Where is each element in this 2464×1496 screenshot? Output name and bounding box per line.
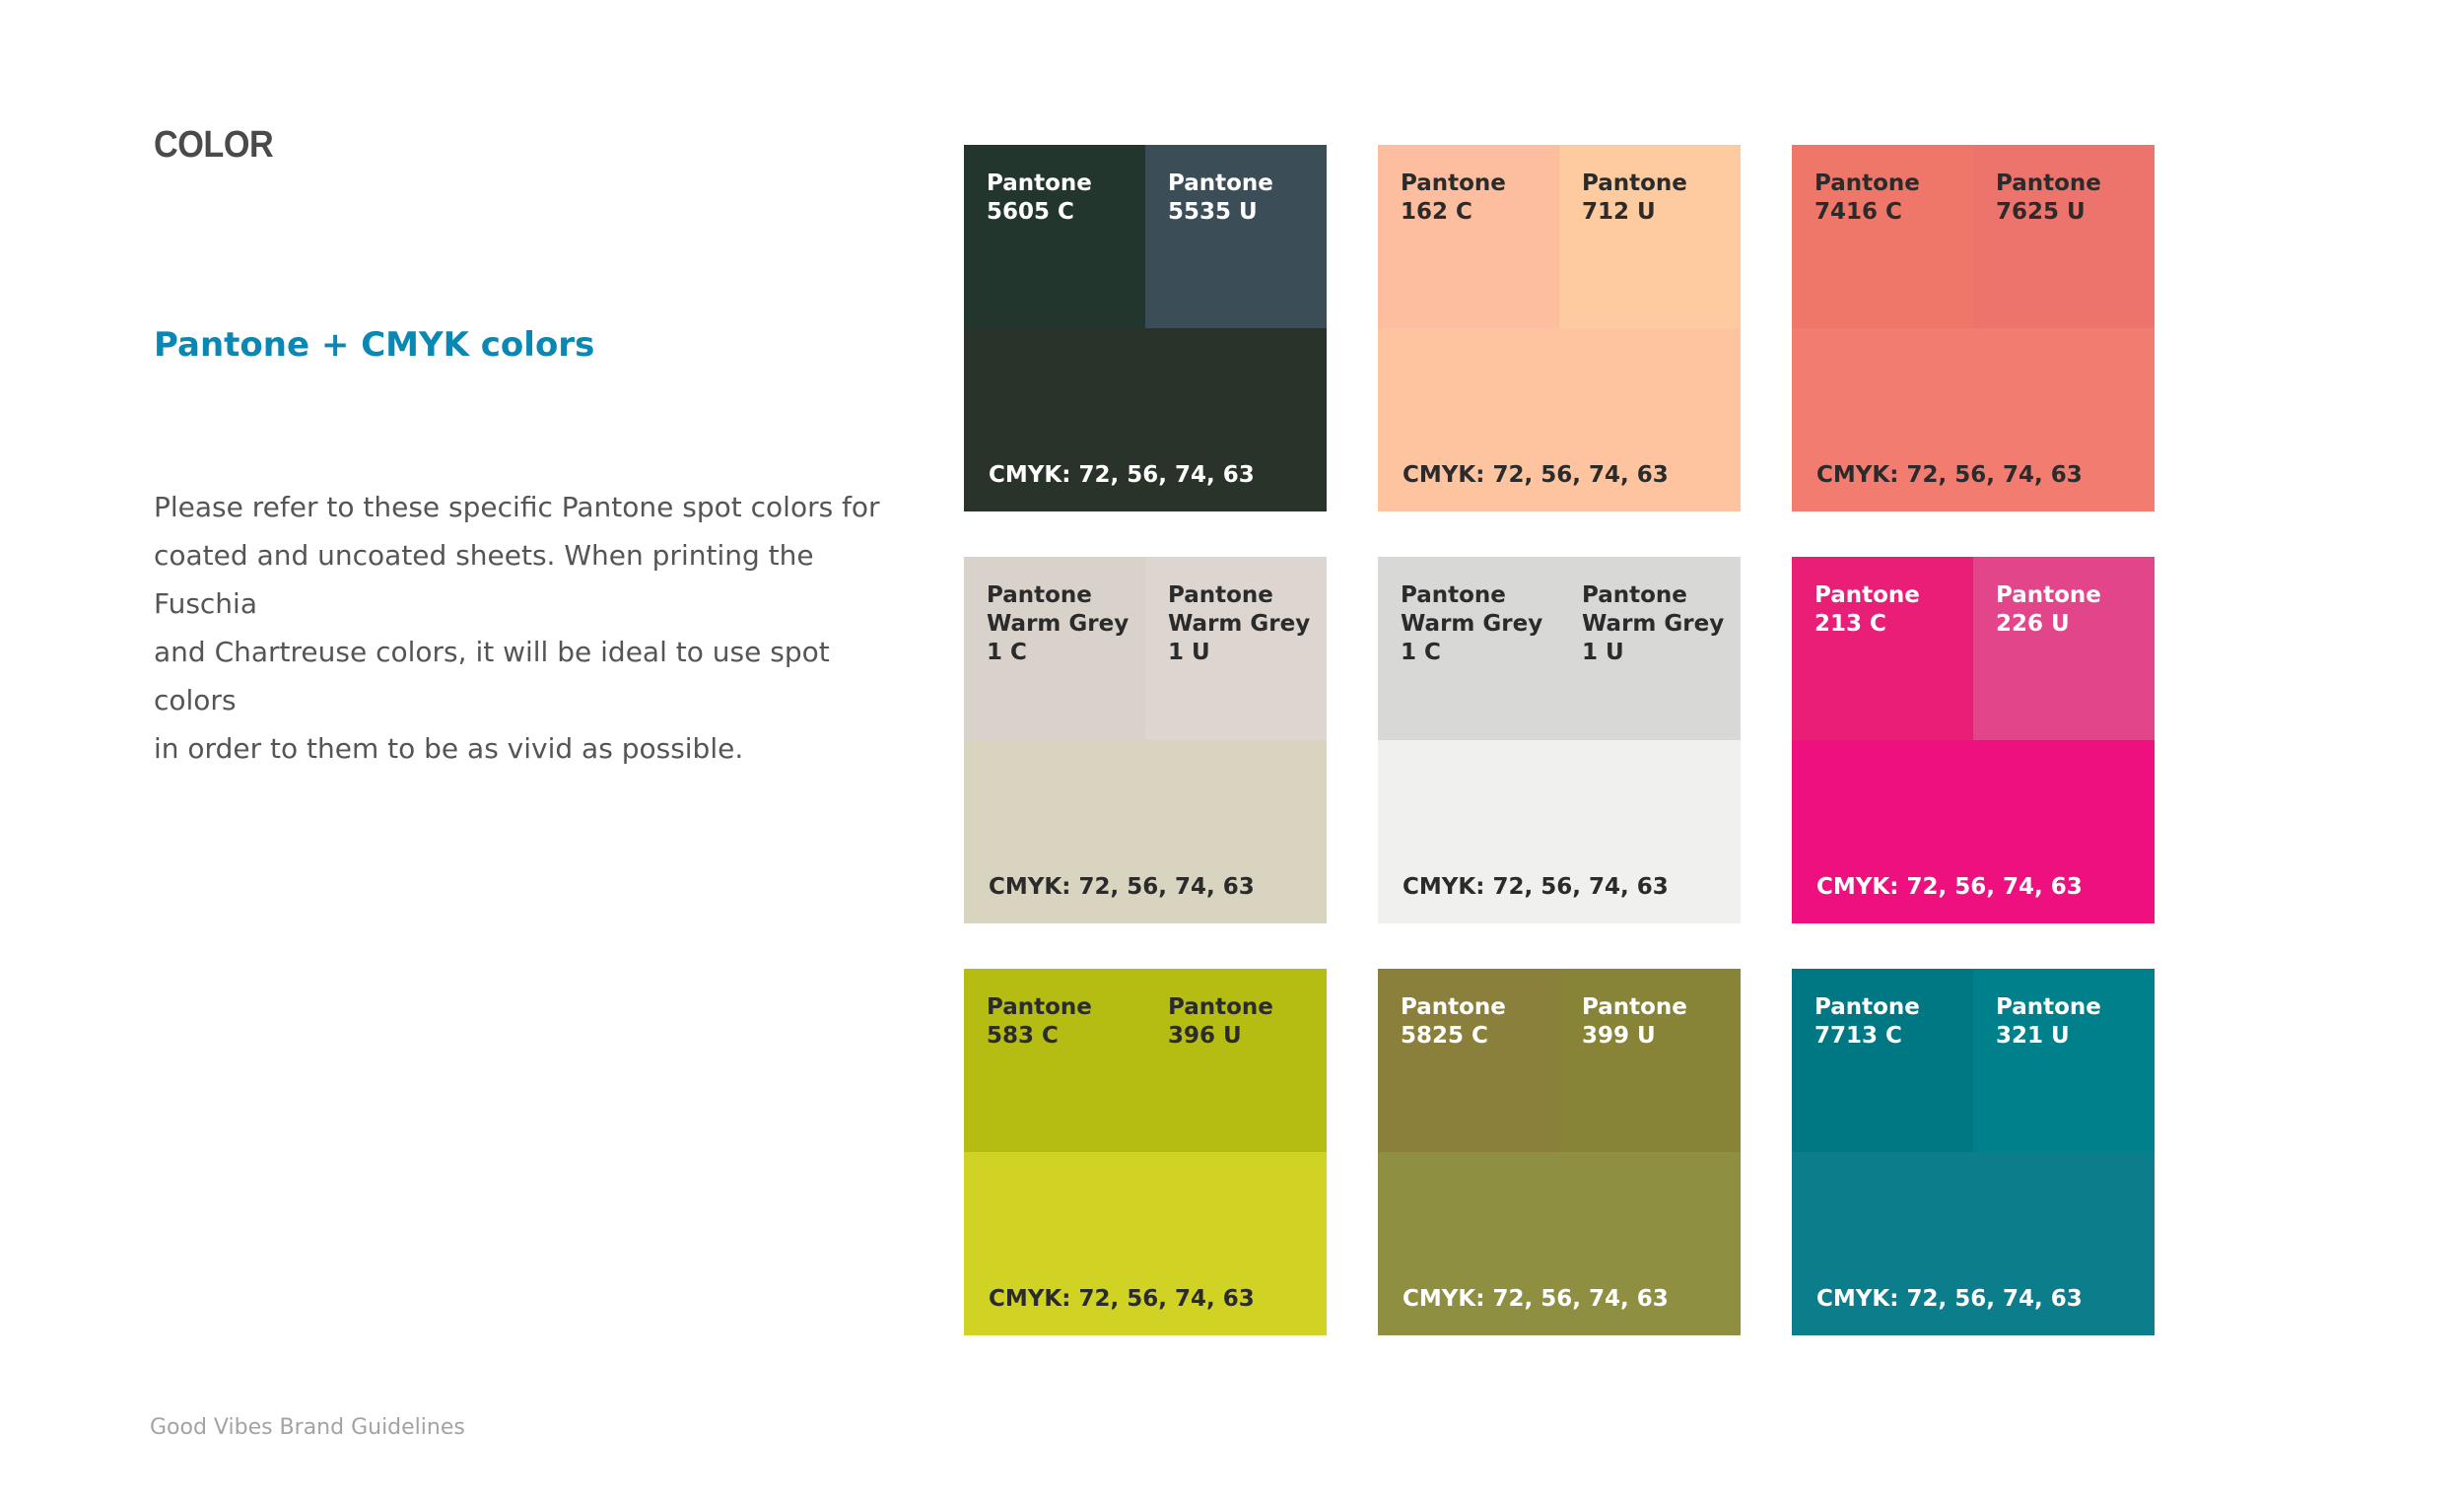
cmyk-color-block: CMYK: 72, 56, 74, 63 bbox=[1792, 328, 2155, 511]
cmyk-label: CMYK: 72, 56, 74, 63 bbox=[1816, 462, 2083, 488]
pantone-uncoated-cell: Pantone Warm Grey 1 U bbox=[1145, 557, 1327, 740]
cmyk-color-block: CMYK: 72, 56, 74, 63 bbox=[964, 740, 1327, 923]
pantone-label-line: 7713 C bbox=[1814, 1023, 1902, 1049]
cmyk-color-block: CMYK: 72, 56, 74, 63 bbox=[964, 1152, 1327, 1335]
pantone-label-line: Pantone bbox=[1168, 994, 1273, 1020]
color-swatch-card: Pantone 213 C Pantone 226 U CMYK: 72, 56, 74… bbox=[1792, 557, 2155, 923]
pantone-label-line: 321 U bbox=[1996, 1023, 2070, 1049]
body-line: Please refer to these specific Pantone s… bbox=[154, 491, 880, 523]
pantone-label-line: 213 C bbox=[1814, 611, 1886, 637]
cmyk-color-block: CMYK: 72, 56, 74, 63 bbox=[1378, 328, 1741, 511]
pantone-label-line: 5825 C bbox=[1401, 1023, 1488, 1049]
pantone-uncoated-cell: Pantone 7625 U bbox=[1973, 145, 2155, 328]
pantone-label-line: Pantone bbox=[1168, 170, 1273, 196]
cmyk-label: CMYK: 72, 56, 74, 63 bbox=[989, 1286, 1255, 1312]
cmyk-color-block: CMYK: 72, 56, 74, 63 bbox=[1378, 740, 1741, 923]
pantone-uncoated-cell: Pantone 5535 U bbox=[1145, 145, 1327, 328]
pantone-label-line: 712 U bbox=[1582, 199, 1656, 225]
pantone-coated-cell: Pantone Warm Grey 1 C bbox=[1378, 557, 1559, 740]
pantone-coated-cell: Pantone 583 C bbox=[964, 969, 1145, 1152]
section-heading: Pantone + CMYK colors bbox=[154, 325, 595, 365]
cmyk-color-block: CMYK: 72, 56, 74, 63 bbox=[1378, 1152, 1741, 1335]
pantone-label-line: Pantone bbox=[1168, 582, 1273, 608]
footer-text: Good Vibes Brand Guidelines bbox=[150, 1415, 465, 1440]
section-label: COLOR bbox=[154, 124, 274, 166]
pantone-coated-cell: Pantone 5605 C bbox=[964, 145, 1145, 328]
pantone-label-line: Pantone bbox=[1814, 582, 1920, 608]
pantone-label-line: 226 U bbox=[1996, 611, 2070, 637]
pantone-uncoated-cell: Pantone 712 U bbox=[1559, 145, 1741, 328]
pantone-coated-cell: Pantone 213 C bbox=[1792, 557, 1973, 740]
pantone-label-line: 162 C bbox=[1401, 199, 1472, 225]
cmyk-label: CMYK: 72, 56, 74, 63 bbox=[1816, 1286, 2083, 1312]
pantone-label-line: Pantone bbox=[1814, 994, 1920, 1020]
cmyk-label: CMYK: 72, 56, 74, 63 bbox=[1403, 874, 1669, 900]
pantone-label-line: 5605 C bbox=[987, 199, 1074, 225]
pantone-uncoated-cell: Pantone 399 U bbox=[1559, 969, 1741, 1152]
body-line: and Chartreuse colors, it will be ideal … bbox=[154, 636, 830, 716]
pantone-label-line: Pantone bbox=[987, 170, 1092, 196]
color-swatch-card: Pantone 7713 C Pantone 321 U CMYK: 72, 56, 7… bbox=[1792, 969, 2155, 1335]
cmyk-label: CMYK: 72, 56, 74, 63 bbox=[989, 874, 1255, 900]
color-swatch-card: Pantone 583 C Pantone 396 U CMYK: 72, 56, 74… bbox=[964, 969, 1327, 1335]
cmyk-label: CMYK: 72, 56, 74, 63 bbox=[1403, 1286, 1669, 1312]
pantone-label-line: Pantone bbox=[1996, 582, 2101, 608]
pantone-label-line: Pantone bbox=[1401, 994, 1506, 1020]
color-swatch-card: Pantone 5825 C Pantone 399 U CMYK: 72, 56, 7… bbox=[1378, 969, 1741, 1335]
pantone-label-line: 583 C bbox=[987, 1023, 1059, 1049]
pantone-coated-cell: Pantone 162 C bbox=[1378, 145, 1559, 328]
pantone-label-line: Pantone bbox=[1582, 582, 1687, 608]
pantone-uncoated-cell: Pantone 321 U bbox=[1973, 969, 2155, 1152]
pantone-label-line: Warm Grey bbox=[987, 611, 1129, 637]
pantone-label-line: Pantone bbox=[1582, 170, 1687, 196]
cmyk-label: CMYK: 72, 56, 74, 63 bbox=[989, 462, 1255, 488]
cmyk-label: CMYK: 72, 56, 74, 63 bbox=[1403, 462, 1669, 488]
pantone-label-line: 1 U bbox=[1168, 640, 1210, 665]
color-swatch-card: Pantone Warm Grey 1 C Pantone Warm Grey 1 U CM… bbox=[1378, 557, 1741, 923]
pantone-label-line: Pantone bbox=[1996, 994, 2101, 1020]
pantone-label-line: Pantone bbox=[1401, 170, 1506, 196]
pantone-label-line: 1 C bbox=[987, 640, 1027, 665]
pantone-label-line: 1 U bbox=[1582, 640, 1624, 665]
color-swatch-card: Pantone Warm Grey 1 C Pantone Warm Grey 1 U CM… bbox=[964, 557, 1327, 923]
color-swatch-card: Pantone 5605 C Pantone 5535 U CMYK: 72, 56, … bbox=[964, 145, 1327, 511]
body-line: coated and uncoated sheets. When printin… bbox=[154, 539, 814, 620]
pantone-coated-cell: Pantone 7416 C bbox=[1792, 145, 1973, 328]
cmyk-color-block: CMYK: 72, 56, 74, 63 bbox=[1792, 1152, 2155, 1335]
pantone-label-line: 1 C bbox=[1401, 640, 1441, 665]
pantone-label-line: 7625 U bbox=[1996, 199, 2086, 225]
cmyk-color-block: CMYK: 72, 56, 74, 63 bbox=[1792, 740, 2155, 923]
pantone-uncoated-cell: Pantone Warm Grey 1 U bbox=[1559, 557, 1741, 740]
cmyk-color-block: CMYK: 72, 56, 74, 63 bbox=[964, 328, 1327, 511]
color-swatch-card: Pantone 162 C Pantone 712 U CMYK: 72, 56, 74… bbox=[1378, 145, 1741, 511]
pantone-label-line: Pantone bbox=[987, 994, 1092, 1020]
pantone-coated-cell: Pantone 5825 C bbox=[1378, 969, 1559, 1152]
pantone-label-line: 5535 U bbox=[1168, 199, 1258, 225]
pantone-coated-cell: Pantone 7713 C bbox=[1792, 969, 1973, 1152]
pantone-label-line: Pantone bbox=[1401, 582, 1506, 608]
body-text: Please refer to these specific Pantone s… bbox=[154, 483, 883, 773]
pantone-label-line: Pantone bbox=[987, 582, 1092, 608]
pantone-label-line: Pantone bbox=[1814, 170, 1920, 196]
pantone-label-line: Pantone bbox=[1996, 170, 2101, 196]
pantone-coated-cell: Pantone Warm Grey 1 C bbox=[964, 557, 1145, 740]
pantone-label-line: Pantone bbox=[1582, 994, 1687, 1020]
cmyk-label: CMYK: 72, 56, 74, 63 bbox=[1816, 874, 2083, 900]
pantone-label-line: Warm Grey bbox=[1401, 611, 1543, 637]
body-line: in order to them to be as vivid as possi… bbox=[154, 732, 744, 765]
pantone-label-line: 399 U bbox=[1582, 1023, 1656, 1049]
pantone-label-line: Warm Grey bbox=[1168, 611, 1311, 637]
pantone-uncoated-cell: Pantone 396 U bbox=[1145, 969, 1327, 1152]
pantone-label-line: 396 U bbox=[1168, 1023, 1242, 1049]
pantone-label-line: 7416 C bbox=[1814, 199, 1902, 225]
pantone-label-line: Warm Grey bbox=[1582, 611, 1725, 637]
color-swatch-card: Pantone 7416 C Pantone 7625 U CMYK: 72, 56, … bbox=[1792, 145, 2155, 511]
pantone-uncoated-cell: Pantone 226 U bbox=[1973, 557, 2155, 740]
